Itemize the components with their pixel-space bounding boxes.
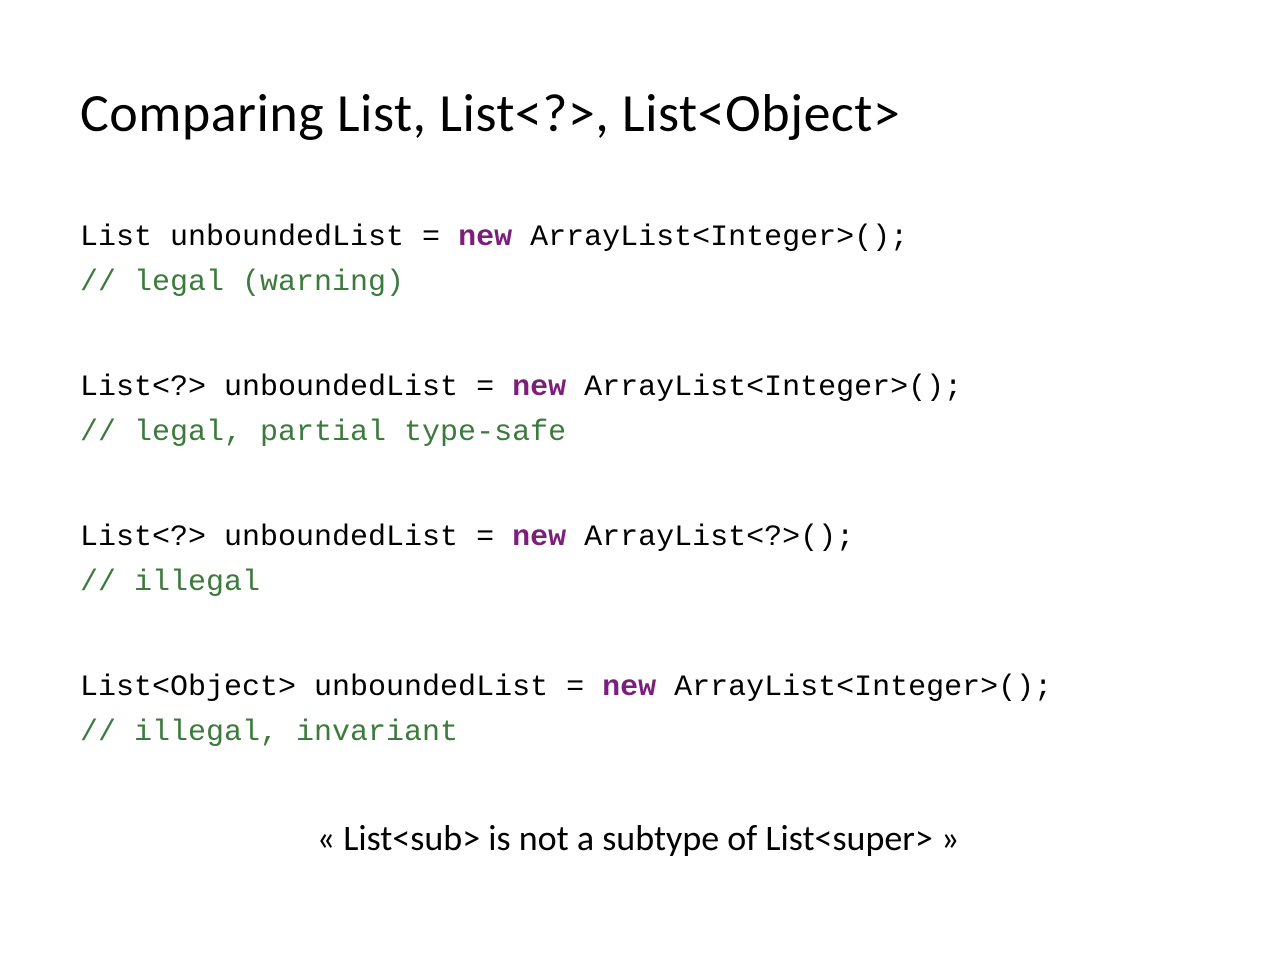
code-line: List unboundedList = new ArrayList<Integ…: [80, 216, 1196, 261]
code-line: List<Object> unboundedList = new ArrayLi…: [80, 666, 1196, 711]
slide-title: Comparing List, List<?>, List<Object>: [80, 80, 1196, 146]
keyword-new: new: [602, 671, 656, 705]
keyword-new: new: [458, 221, 512, 255]
code-comment: // legal (warning): [80, 261, 1196, 306]
code-comment: // illegal: [80, 561, 1196, 606]
keyword-new: new: [512, 521, 566, 555]
keyword-new: new: [512, 371, 566, 405]
slide-quote: « List<sub> is not a subtype of List<sup…: [80, 816, 1196, 860]
code-text: ArrayList<Integer>();: [566, 371, 962, 405]
code-comment: // legal, partial type-safe: [80, 411, 1196, 456]
code-text: ArrayList<Integer>();: [512, 221, 908, 255]
code-example-3: List<?> unboundedList = new ArrayList<?>…: [80, 516, 1196, 606]
code-text: List<Object> unboundedList =: [80, 671, 602, 705]
code-line: List<?> unboundedList = new ArrayList<In…: [80, 366, 1196, 411]
code-text: ArrayList<?>();: [566, 521, 854, 555]
code-example-1: List unboundedList = new ArrayList<Integ…: [80, 216, 1196, 306]
code-text: List unboundedList =: [80, 221, 458, 255]
code-comment: // illegal, invariant: [80, 711, 1196, 756]
code-text: List<?> unboundedList =: [80, 521, 512, 555]
code-text: ArrayList<Integer>();: [656, 671, 1052, 705]
code-text: List<?> unboundedList =: [80, 371, 512, 405]
code-line: List<?> unboundedList = new ArrayList<?>…: [80, 516, 1196, 561]
code-example-2: List<?> unboundedList = new ArrayList<In…: [80, 366, 1196, 456]
code-example-4: List<Object> unboundedList = new ArrayLi…: [80, 666, 1196, 756]
